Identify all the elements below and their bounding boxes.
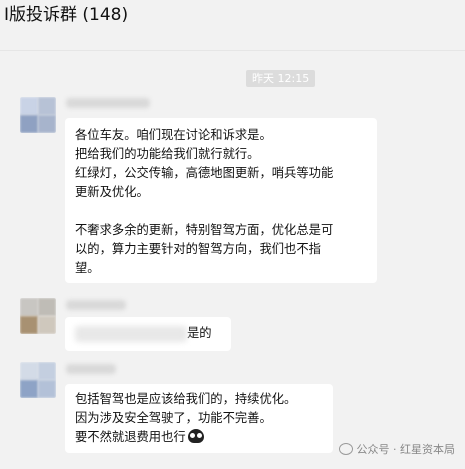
sender-name (66, 98, 150, 108)
message-timestamp: 昨天 12:15 (246, 70, 316, 87)
avatar[interactable] (20, 362, 56, 398)
chat-header: I版投诉群 (148) (0, 0, 465, 36)
redacted-text (75, 325, 187, 342)
watermark-text: 公众号 · 红星资本局 (356, 443, 456, 456)
message-line: 各位车友。咱们现在讨论和诉求是。 (75, 128, 272, 142)
message-bubble[interactable]: 是的 (65, 317, 231, 351)
header-divider (0, 50, 465, 51)
message-line: 红绿灯，公交传输，高德地图更新，哨兵等功能 (75, 166, 334, 180)
message-line: 包括智驾也是应该给我们的，持续优化。 (75, 392, 297, 406)
wechat-icon (338, 443, 353, 455)
message-line: 要不然就退费用也行 (75, 428, 323, 447)
sender-name (66, 364, 116, 374)
chat-title[interactable]: I版投诉群 (148) (4, 4, 128, 26)
message-gap (75, 202, 367, 221)
message-line: 以的，算力主要针对的智驾方向，我们也不指 (75, 242, 321, 256)
message-line: 把给我们的功能给我们就行就行。 (75, 147, 260, 161)
message-text: 是的 (187, 326, 212, 340)
message-text: 要不然就退费用也行 (75, 430, 186, 444)
avatar[interactable] (20, 298, 56, 334)
message-line: 望。 (75, 261, 100, 275)
avatar[interactable] (20, 97, 56, 133)
message-bubble[interactable]: 包括智驾也是应该给我们的，持续优化。 因为涉及安全驾驶了，功能不完善。 要不然就… (65, 384, 333, 453)
watermark: 公众号 · 红星资本局 (338, 441, 456, 457)
message-line: 因为涉及安全驾驶了，功能不完善。 (75, 411, 272, 425)
owl-emoji-icon (187, 429, 204, 443)
message-line: 不奢求多余的更新，特别智驾方面，优化总是可 (75, 223, 334, 237)
sender-name (66, 300, 126, 310)
message-bubble[interactable]: 各位车友。咱们现在讨论和诉求是。 把给我们的功能给我们就行就行。 红绿灯，公交传… (65, 118, 377, 283)
message-line: 更新及优化。 (75, 185, 149, 199)
